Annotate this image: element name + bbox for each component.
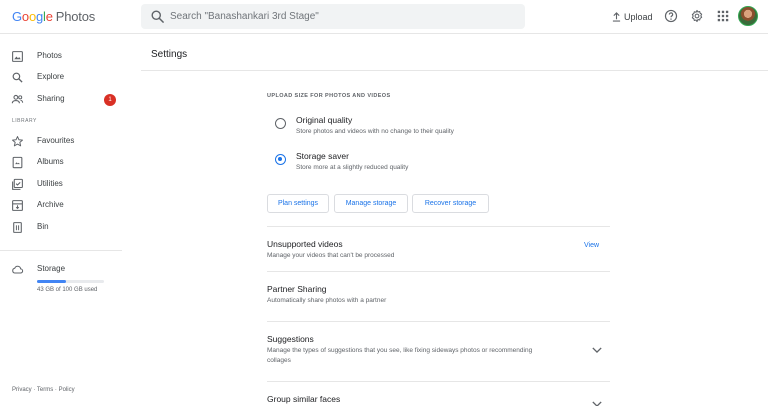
sidebar-item-label: Explore: [37, 72, 65, 81]
option-subtitle: Store more at a slightly reduced quality: [296, 164, 409, 171]
sidebar-item-bin[interactable]: Bin: [0, 218, 134, 238]
sidebar-item-label: Archive: [37, 200, 64, 209]
gear-icon[interactable]: [690, 9, 704, 23]
title-divider: [141, 70, 768, 71]
storage-progress-fill: [37, 280, 66, 283]
storage-saver-option[interactable]: Storage saver Store more at a slightly r…: [267, 149, 610, 175]
storage-saver-radio[interactable]: [275, 154, 286, 165]
privacy-link[interactable]: Privacy: [12, 387, 32, 393]
row-divider: [267, 381, 610, 382]
option-subtitle: Store photos and videos with no change t…: [296, 128, 454, 135]
storage-usage-text: 43 GB of 100 GB used: [37, 287, 98, 293]
sidebar-item-label: Sharing: [37, 94, 65, 103]
sidebar-item-utilities[interactable]: Utilities: [0, 175, 134, 195]
row-title: Group similar faces: [267, 394, 341, 404]
option-title: Original quality: [296, 115, 353, 125]
photo-icon: [12, 51, 23, 62]
row-title: Unsupported videos: [267, 239, 343, 249]
search-icon[interactable]: [150, 9, 165, 24]
utilities-icon: [12, 178, 23, 190]
view-link[interactable]: View: [584, 242, 599, 249]
row-subtitle: Manage your videos that can't be process…: [267, 252, 395, 259]
row-title: Partner Sharing: [267, 284, 327, 294]
sidebar-item-label: Favourites: [37, 136, 75, 145]
search-bar[interactable]: [141, 4, 525, 29]
search-icon: [12, 72, 23, 83]
storage-progress-bar: [37, 280, 104, 283]
row-divider: [267, 271, 610, 272]
sidebar-item-photos[interactable]: Photos: [0, 47, 134, 67]
upload-size-heading: UPLOAD SIZE FOR PHOTOS AND VIDEOS: [267, 93, 391, 99]
sidebar-item-label: Utilities: [37, 179, 63, 188]
upload-label: Upload: [624, 12, 653, 22]
policy-link[interactable]: Policy: [59, 387, 75, 393]
option-title: Storage saver: [296, 151, 349, 161]
cloud-icon: [12, 265, 24, 274]
logo-google: Google: [12, 9, 53, 24]
sidebar-item-favourites[interactable]: Favourites: [0, 132, 134, 152]
upload-icon: [612, 12, 621, 22]
partner-sharing-row[interactable]: Partner Sharing Automatically share phot…: [267, 284, 610, 314]
sidebar-item-label: Photos: [37, 51, 62, 60]
original-quality-radio[interactable]: [275, 118, 286, 129]
sidebar-item-label: Albums: [37, 157, 64, 166]
unsupported-videos-row[interactable]: Unsupported videos Manage your videos th…: [267, 239, 610, 269]
row-divider: [267, 321, 610, 322]
logo-photos: Photos: [55, 9, 96, 24]
row-subtitle: Automatically share photos with a partne…: [267, 297, 387, 304]
top-bar: GooglePhotos Upload: [0, 0, 768, 34]
sidebar-item-archive[interactable]: Archive: [0, 196, 134, 216]
suggestions-row[interactable]: Suggestions Manage the types of suggesti…: [267, 334, 610, 372]
recover-storage-button[interactable]: Recover storage: [412, 194, 489, 213]
library-section-label: LIBRARY: [12, 118, 37, 124]
sidebar-divider: [0, 250, 122, 251]
archive-icon: [12, 200, 23, 211]
notification-badge: 1: [104, 94, 116, 106]
row-divider: [267, 226, 610, 227]
sidebar-item-storage[interactable]: Storage: [0, 260, 134, 280]
search-input[interactable]: [170, 4, 510, 29]
apps-grid-icon[interactable]: [716, 9, 730, 23]
group-similar-faces-row[interactable]: Group similar faces: [267, 394, 610, 406]
terms-link[interactable]: Terms: [37, 387, 53, 393]
help-icon[interactable]: [664, 9, 678, 23]
google-photos-logo[interactable]: Google Photos: [12, 9, 95, 24]
plan-settings-button[interactable]: Plan settings: [267, 194, 329, 213]
row-title: Suggestions: [267, 334, 314, 344]
row-subtitle: Manage the types of suggestions that you…: [267, 347, 533, 364]
star-icon: [12, 136, 23, 147]
sidebar-item-label: Bin: [37, 222, 49, 231]
chevron-down-icon[interactable]: [592, 400, 602, 406]
sidebar-item-explore[interactable]: Explore: [0, 68, 134, 88]
chevron-down-icon[interactable]: [592, 346, 602, 354]
sidebar-item-albums[interactable]: Albums: [0, 153, 134, 173]
footer-links: Privacy · Terms · Policy: [12, 387, 75, 393]
sidebar-item-sharing[interactable]: Sharing 1: [0, 90, 134, 110]
page-title: Settings: [151, 49, 188, 60]
original-quality-option[interactable]: Original quality Store photos and videos…: [267, 113, 610, 139]
sidebar-item-label: Storage: [37, 264, 66, 273]
people-icon: [11, 94, 24, 104]
account-avatar[interactable]: [738, 6, 758, 26]
upload-button[interactable]: Upload: [612, 9, 653, 25]
sidebar: Photos Explore Sharing 1 LIBRARY Favouri…: [0, 34, 134, 406]
album-icon: [12, 156, 23, 169]
manage-storage-button[interactable]: Manage storage: [334, 194, 408, 213]
trash-icon: [13, 222, 22, 233]
